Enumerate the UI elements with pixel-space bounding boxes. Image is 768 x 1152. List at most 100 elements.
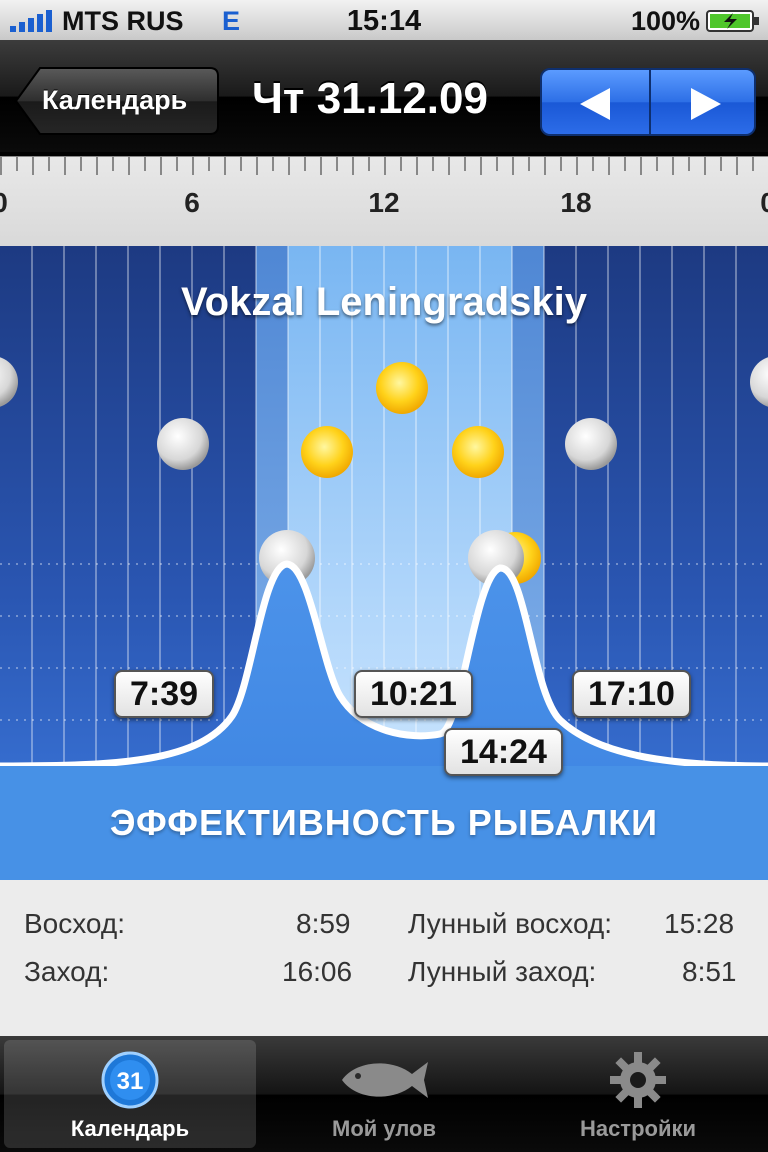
ruler-tick <box>640 157 642 175</box>
ruler-tick <box>400 157 402 171</box>
triangle-right-icon <box>691 88 721 120</box>
battery-percent: 100% <box>630 6 700 36</box>
ruler-tick <box>272 157 274 171</box>
ruler-tick <box>320 157 322 175</box>
ruler-tick <box>0 157 2 175</box>
ruler-tick <box>544 157 546 175</box>
ruler-tick <box>656 157 658 171</box>
back-button-label: Календарь <box>42 85 188 115</box>
ruler-tick <box>240 157 242 171</box>
ruler-tick <box>32 157 34 175</box>
hour-label-0: 0 <box>0 187 30 219</box>
ruler-tick <box>336 157 338 171</box>
ruler-tick <box>16 157 18 171</box>
ruler-tick <box>160 157 162 175</box>
moon-icon <box>565 418 617 470</box>
ruler-tick <box>560 157 562 171</box>
time-bubble-4: 17:10 <box>572 670 691 718</box>
ruler-tick <box>48 157 50 171</box>
sun-icon <box>301 426 353 478</box>
ruler-tick <box>672 157 674 175</box>
ruler-tick <box>304 157 306 171</box>
battery-charging-icon <box>706 10 759 32</box>
ruler-tick <box>576 157 578 175</box>
time-bubble-3: 14:24 <box>444 728 563 776</box>
ruler-tick <box>368 157 370 171</box>
ruler-tick <box>528 157 530 171</box>
ruler-tick <box>416 157 418 175</box>
ruler-tick <box>736 157 738 175</box>
ruler-tick <box>224 157 226 175</box>
ruler-tick <box>752 157 754 171</box>
ruler-tick <box>704 157 706 175</box>
ruler-tick <box>432 157 434 171</box>
ruler-tick <box>496 157 498 171</box>
hour-ruler: 0 6 12 18 0 <box>0 156 768 246</box>
date-segmented-control <box>540 68 756 136</box>
previous-day-button[interactable] <box>542 70 649 134</box>
calendar-31-icon: 31 <box>101 1051 159 1109</box>
tab-bar: 31 Календарь Мой улов Настройки <box>0 1036 768 1152</box>
ruler-tick <box>96 157 98 175</box>
ruler-tick <box>352 157 354 175</box>
ruler-tick <box>592 157 594 171</box>
hour-label-12: 12 <box>368 187 400 218</box>
ruler-tick <box>128 157 130 175</box>
sunset-value: 16:06 <box>282 956 353 987</box>
hour-label-6: 6 <box>184 187 200 218</box>
moonset-value: 8:51 <box>682 956 737 987</box>
ruler-tick <box>464 157 466 171</box>
sunrise-value: 8:59 <box>296 908 351 939</box>
hour-label-24: 0 <box>760 187 768 218</box>
tab-settings-label: Настройки <box>579 1116 697 1141</box>
moon-icon <box>0 357 18 407</box>
ruler-tick <box>192 157 194 175</box>
ruler-tick <box>144 157 146 171</box>
moonrise-value: 15:28 <box>664 908 735 939</box>
effectiveness-label: ЭФФЕКТИВНОСТЬ РЫБАЛКИ <box>109 802 659 843</box>
ruler-tick <box>720 157 722 171</box>
sun-icon <box>452 426 504 478</box>
ruler-tick <box>112 157 114 171</box>
ruler-tick <box>288 157 290 175</box>
gear-icon <box>610 1052 666 1108</box>
triangle-left-icon <box>580 88 610 120</box>
back-button[interactable]: Календарь <box>14 66 220 136</box>
sun-icon <box>376 362 428 414</box>
ruler-tick <box>480 157 482 175</box>
tab-settings[interactable]: Настройки <box>512 1040 764 1148</box>
ruler-tick <box>64 157 66 175</box>
chart-graphics <box>0 246 768 880</box>
moonset-label: Лунный заход: <box>408 956 597 987</box>
fishing-activity-chart[interactable]: Vokzal Leningradskiy 7:39 10:21 14:24 17… <box>0 246 768 880</box>
tab-my-catch-label: Мой улов <box>332 1116 436 1141</box>
status-bar: MTS RUS E 15:14 100% <box>0 0 768 40</box>
ruler-tick <box>448 157 450 175</box>
navigation-bar: Календарь Чт 31.12.09 <box>0 40 768 154</box>
ruler-tick <box>208 157 210 171</box>
ruler-tick <box>80 157 82 171</box>
ruler-tick <box>608 157 610 175</box>
ruler-tick <box>256 157 258 175</box>
time-bubble-1: 7:39 <box>114 670 215 718</box>
moon-icon <box>157 418 209 470</box>
tab-calendar[interactable]: 31 Календарь <box>4 1040 256 1148</box>
moonrise-label: Лунный восход: <box>408 908 613 939</box>
moon-icon <box>750 357 768 407</box>
ruler-tick <box>624 157 626 171</box>
tab-calendar-label: Календарь <box>70 1116 190 1141</box>
location-name: Vokzal Leningradskiy <box>180 280 588 324</box>
ruler-tick <box>512 157 514 175</box>
time-bubble-2: 10:21 <box>354 670 473 718</box>
sun-moon-info: Восход: 8:59 Заход: 16:06 Лунный восход:… <box>0 880 768 1036</box>
sunrise-label: Восход: <box>24 908 126 939</box>
hour-label-18: 18 <box>560 187 592 218</box>
ruler-tick <box>384 157 386 175</box>
tab-my-catch[interactable]: Мой улов <box>258 1040 510 1148</box>
page-title: Чт 31.12.09 <box>252 74 488 123</box>
fish-icon <box>342 1062 428 1098</box>
sunset-label: Заход: <box>24 956 110 987</box>
ruler-tick <box>688 157 690 171</box>
calendar-badge: 31 <box>117 1068 144 1095</box>
next-day-button[interactable] <box>651 70 754 134</box>
